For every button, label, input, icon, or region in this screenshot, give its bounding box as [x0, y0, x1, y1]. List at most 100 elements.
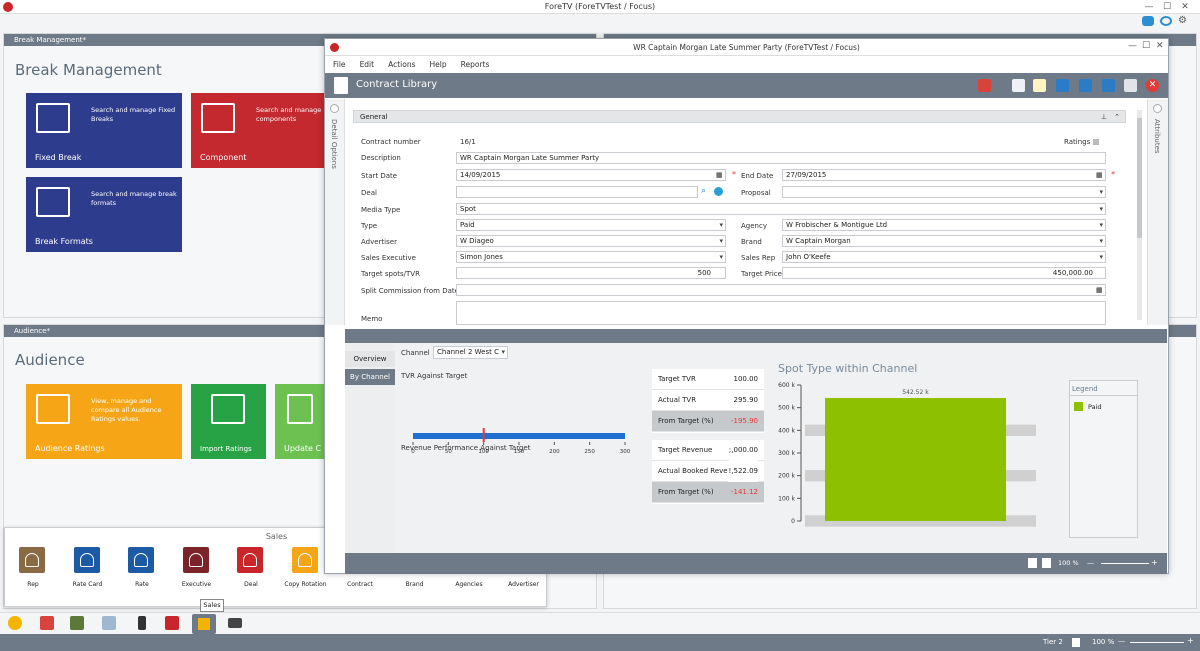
type-select[interactable]: Paid — [456, 219, 726, 231]
copy-icon[interactable] — [1102, 79, 1115, 92]
sales-module-button[interactable] — [192, 614, 216, 634]
pin-icon[interactable]: ⊥ — [1101, 111, 1107, 123]
brand-select[interactable]: W Captain Morgan — [782, 235, 1106, 247]
help-icon[interactable] — [1142, 16, 1154, 26]
minimize-button[interactable]: — — [1142, 1, 1156, 13]
tile-audience-ratings[interactable]: View, manage and compare all Audience Ra… — [26, 384, 182, 459]
refresh-icon[interactable] — [714, 187, 723, 196]
print-icon[interactable] — [1028, 558, 1037, 568]
gear-icon[interactable]: ⚙ — [1178, 16, 1190, 26]
contract-window: WR Captain Morgan Late Summer Party (For… — [324, 38, 1169, 574]
maximize-button[interactable]: ☐ — [1160, 1, 1174, 13]
sales-item-label[interactable]: Agencies — [444, 581, 494, 588]
app-zoom-out-button[interactable]: — — [1118, 637, 1125, 645]
sales-item-label[interactable]: Rep — [8, 581, 58, 588]
sales-item-rep-icon[interactable] — [19, 547, 45, 573]
sales-item-label[interactable]: Rate — [117, 581, 167, 588]
zoom-out-button[interactable]: — — [1087, 559, 1094, 567]
export-icon[interactable] — [1042, 558, 1051, 568]
tile-component[interactable]: Search and manage components Component — [191, 93, 325, 168]
description-field[interactable]: WR Captain Morgan Late Summer Party — [456, 152, 1106, 164]
start-date-field[interactable]: 14/09/2015 — [456, 169, 726, 181]
media-module-icon[interactable] — [228, 618, 242, 628]
sales-item-deal-icon[interactable] — [237, 547, 263, 573]
attributes-tab[interactable]: Attributes — [1147, 99, 1168, 325]
general-section-header[interactable]: General ⊥ ⌃ — [353, 110, 1126, 123]
sales-rep-select[interactable]: John O'Keefe — [782, 251, 1106, 263]
report-icon[interactable] — [978, 79, 991, 92]
form-scrollbar[interactable] — [1137, 110, 1142, 320]
library-module-icon[interactable] — [70, 616, 84, 630]
calendar-icon[interactable]: ▦ — [1096, 171, 1103, 179]
menu-file[interactable]: File — [333, 60, 346, 69]
media-type-select[interactable]: Spot — [456, 203, 1106, 215]
window-close-button[interactable]: ✕ — [1156, 41, 1164, 51]
target-spots-field[interactable]: 500 — [456, 267, 726, 279]
tile-import-ratings[interactable]: Import Ratings — [191, 384, 266, 459]
menu-reports[interactable]: Reports — [461, 60, 490, 69]
tile-break-formats[interactable]: Search and manage break formats Break Fo… — [26, 177, 182, 252]
sales-item-executive-icon[interactable] — [182, 547, 209, 573]
target-price-field[interactable]: 450,000.00 — [782, 267, 1106, 279]
tile-fixed-break[interactable]: Search and manage Fixed Breaks Fixed Bre… — [26, 93, 182, 168]
calendar-icon[interactable]: ▦ — [716, 171, 723, 179]
stat-value: -195.90 — [730, 417, 758, 425]
sales-item-label[interactable]: Executive — [172, 581, 222, 588]
sales-item-label[interactable]: Copy Rotation — [281, 581, 331, 588]
view-icon[interactable] — [1160, 16, 1172, 26]
legend-title: Legend — [1072, 385, 1098, 393]
attach-icon[interactable] — [1012, 79, 1025, 92]
tab-overview[interactable]: Overview — [345, 351, 395, 367]
sales-item-rate-card-icon[interactable] — [73, 547, 100, 573]
sales-item-copy-rotation-icon[interactable] — [291, 547, 318, 573]
expand-icon[interactable] — [1153, 104, 1162, 113]
window-minimize-button[interactable]: — — [1128, 41, 1137, 51]
app-zoom-slider[interactable] — [1130, 642, 1184, 643]
app-zoom-in-button[interactable]: + — [1187, 636, 1194, 645]
detail-options-tab[interactable]: Detail Options — [325, 99, 345, 325]
stat-value: ;,000.00 — [728, 440, 758, 461]
tab-by-channel[interactable]: By Channel — [345, 369, 395, 385]
channel-select[interactable]: Channel 2 West C — [433, 346, 508, 359]
stat-value: 295.90 — [733, 396, 759, 404]
delete-icon[interactable] — [1124, 79, 1137, 92]
search-icon[interactable]: ⌕ — [701, 186, 706, 196]
cancel-icon[interactable]: ✕ — [1146, 79, 1159, 92]
sales-item-label[interactable]: Advertiser — [499, 581, 549, 588]
advertiser-select[interactable]: W Diageo — [456, 235, 726, 247]
tile-description: Search and manage components — [256, 106, 322, 123]
traffic-module-icon[interactable] — [138, 616, 146, 630]
deal-field[interactable] — [456, 186, 698, 198]
agency-select[interactable]: W Frobischer & Montigue Ltd — [782, 219, 1106, 231]
menu-edit[interactable]: Edit — [360, 60, 375, 69]
update-icon — [287, 394, 313, 424]
menu-actions[interactable]: Actions — [388, 60, 415, 69]
ratings-checkbox[interactable] — [1093, 139, 1099, 145]
new-document-icon[interactable] — [1033, 79, 1046, 92]
settings-module-icon[interactable] — [8, 616, 22, 630]
calendar-icon[interactable]: ▦ — [1096, 286, 1103, 294]
collapse-icon[interactable]: ⌃ — [1114, 111, 1120, 123]
sales-item-label[interactable]: Brand — [390, 581, 440, 588]
zoom-in-button[interactable]: + — [1151, 558, 1158, 567]
save-icon[interactable] — [1056, 79, 1069, 92]
split-commission-field[interactable] — [456, 284, 1106, 296]
memo-field[interactable] — [456, 301, 1106, 325]
break-module-icon[interactable] — [40, 616, 54, 630]
proposal-select[interactable] — [782, 186, 1106, 198]
save-close-icon[interactable] — [1079, 79, 1092, 92]
sales-item-label[interactable]: Rate Card — [63, 581, 113, 588]
tile-update[interactable]: Update C — [275, 384, 325, 459]
end-date-field[interactable]: 27/09/2015 — [782, 169, 1106, 181]
sales-item-label[interactable]: Deal — [226, 581, 276, 588]
reports-module-icon[interactable] — [165, 616, 179, 630]
window-maximize-button[interactable]: ☐ — [1142, 41, 1150, 51]
close-button[interactable]: ✕ — [1178, 1, 1192, 13]
schedule-module-icon[interactable] — [102, 616, 116, 630]
expand-icon[interactable] — [330, 104, 339, 113]
sales-item-label[interactable]: Contract — [335, 581, 385, 588]
zoom-slider[interactable] — [1101, 563, 1149, 564]
menu-help[interactable]: Help — [430, 60, 447, 69]
sales-executive-select[interactable]: Simon Jones — [456, 251, 726, 263]
sales-item-rate-icon[interactable] — [128, 547, 154, 573]
